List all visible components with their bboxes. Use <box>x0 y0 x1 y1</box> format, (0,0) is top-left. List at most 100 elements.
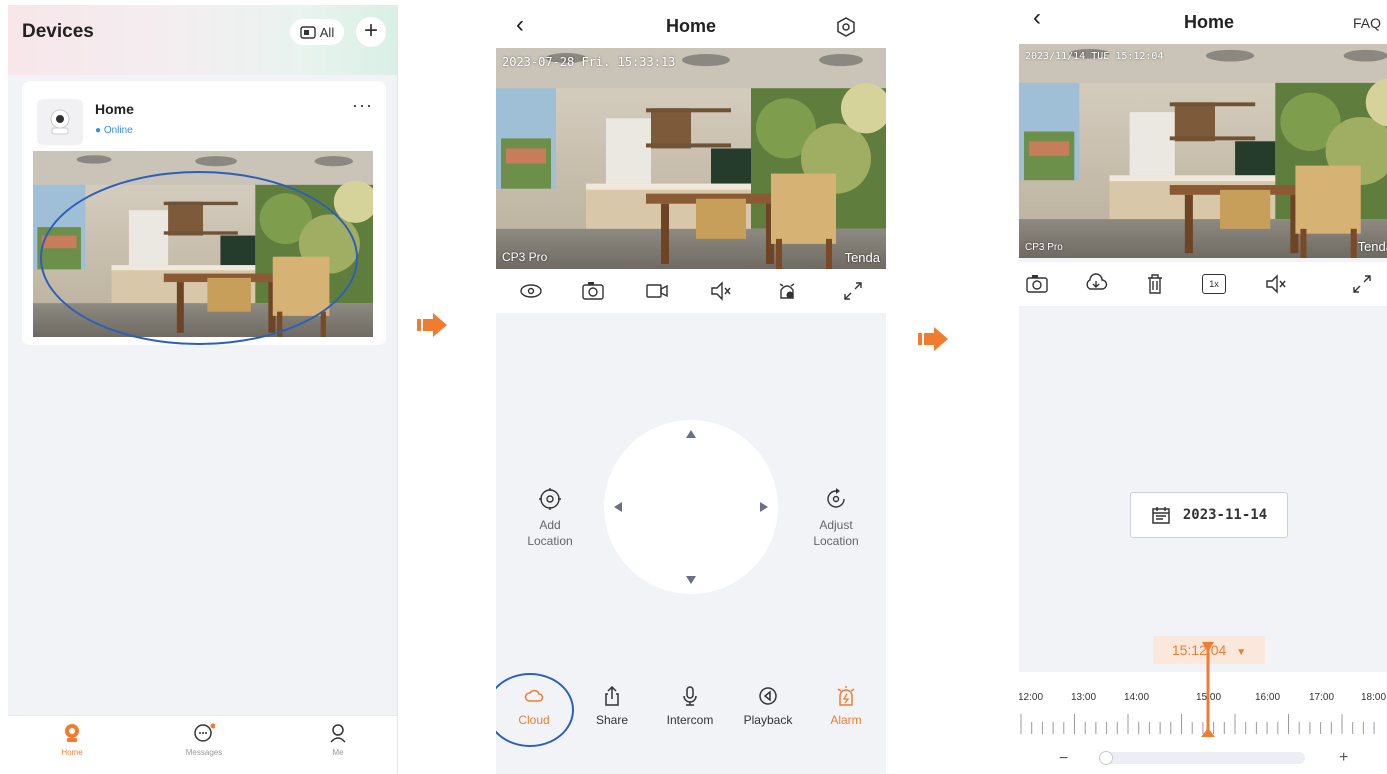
zoom-out-button[interactable]: − <box>1059 750 1068 768</box>
messages-icon <box>194 723 215 742</box>
share-label: Share <box>595 713 629 727</box>
osd-brand: Tenda <box>844 250 880 265</box>
ptz-right-arrow-icon[interactable] <box>760 502 768 512</box>
more-options-icon[interactable]: ··· <box>352 95 373 116</box>
flow-arrow-icon <box>918 327 948 351</box>
tab-home-label: Home <box>61 748 83 757</box>
page-title: Home <box>665 16 716 36</box>
flow-arrow-icon <box>417 313 447 337</box>
playback-control-bar: 1x <box>1019 262 1387 306</box>
playback-header: ‹ Home FAQ <box>1019 0 1387 44</box>
alarm-button[interactable]: Alarm <box>808 685 884 727</box>
adjust-location-line1: Adjust <box>819 518 853 532</box>
ptz-left-arrow-icon[interactable] <box>614 502 622 512</box>
osd-brand: Tenda <box>1357 239 1387 254</box>
playback-screen: ‹ Home FAQ 2023/11/14 TUE 15:12:04 CP3 P… <box>1019 0 1387 774</box>
timeline-label: 17:00 <box>1309 692 1335 703</box>
playback-video[interactable]: 2023/11/14 TUE 15:12:04 CP3 Pro Tenda <box>1019 44 1387 258</box>
tab-home[interactable]: Home <box>32 722 112 757</box>
settings-icon[interactable] <box>836 17 856 37</box>
speed-1x-button[interactable]: 1x <box>1202 274 1226 294</box>
ptz-down-arrow-icon[interactable] <box>686 576 696 584</box>
date-picker-button[interactable]: 2023-11-14 <box>1130 492 1288 538</box>
caret-down-icon: ▼ <box>1236 647 1247 658</box>
osd-model: CP3 Pro <box>502 250 548 264</box>
devices-header: Devices All + <box>8 5 397 75</box>
mute-icon[interactable] <box>708 278 734 304</box>
fullscreen-icon[interactable] <box>840 278 866 304</box>
add-device-button[interactable]: + <box>356 17 386 47</box>
playback-timeline[interactable]: 12:00 13:00 14:00 15:00 16:00 17:00 18:0… <box>1019 642 1387 774</box>
speed-label: 1x <box>1209 279 1219 289</box>
add-location-icon <box>539 488 561 510</box>
highlight-oval <box>40 171 358 345</box>
alarm-label: Alarm <box>830 713 862 727</box>
home-camera-icon <box>65 724 79 742</box>
function-bar: Cloud Share Intercom Playback Alarm <box>496 665 886 747</box>
highlight-oval <box>496 673 574 747</box>
add-location-button[interactable]: Add Location <box>510 487 590 549</box>
share-icon <box>605 685 619 706</box>
adjust-location-icon <box>827 488 845 508</box>
bottom-tab-bar: Home Messages Me <box>8 715 397 774</box>
snapshot-icon[interactable] <box>580 278 606 304</box>
adjust-location-button[interactable]: Adjust Location <box>796 487 876 549</box>
timeline-label: 16:00 <box>1255 692 1281 703</box>
zoom-in-button[interactable]: + <box>1339 749 1348 767</box>
me-icon <box>330 724 346 743</box>
page-title: Devices <box>22 21 94 42</box>
selected-date: 2023-11-14 <box>1182 507 1268 523</box>
osd-timestamp: 2023/11/14 TUE 15:12:04 <box>1025 51 1164 62</box>
delete-icon[interactable] <box>1142 271 1168 297</box>
plus-icon: + <box>363 17 378 44</box>
devices-screen: Devices All + Home ● Online ··· Home Mes… <box>8 5 398 774</box>
zoom-slider-knob[interactable] <box>1099 751 1113 765</box>
intercom-button[interactable]: Intercom <box>652 685 728 727</box>
faq-link[interactable]: FAQ <box>1353 15 1381 31</box>
tab-messages-label: Messages <box>185 748 223 757</box>
device-filter-icon <box>300 25 316 39</box>
share-button[interactable]: Share <box>574 685 650 727</box>
tab-messages[interactable]: Messages <box>164 722 244 757</box>
page-title: Home <box>1183 12 1234 32</box>
intercom-label: Intercom <box>666 713 714 727</box>
playback-label: Playback <box>743 713 793 727</box>
record-icon[interactable] <box>644 278 670 304</box>
calendar-icon <box>1152 507 1170 524</box>
tab-me-label: Me <box>332 748 344 757</box>
osd-model: CP3 Pro <box>1025 242 1063 253</box>
eye-icon[interactable] <box>518 278 544 304</box>
alarm-touch-icon[interactable] <box>774 278 800 304</box>
timeline-label: 18:00 <box>1361 692 1387 703</box>
playhead-marker[interactable] <box>1201 642 1215 737</box>
current-time: 15:12:04 <box>1171 642 1227 658</box>
zoom-slider[interactable] <box>1099 752 1305 764</box>
download-icon[interactable] <box>1083 271 1109 297</box>
all-filter-label: All <box>319 24 335 40</box>
live-header: ‹ Home <box>496 5 886 48</box>
tab-me[interactable]: Me <box>298 722 378 757</box>
add-location-line1: Add <box>539 518 561 532</box>
live-video-feed[interactable]: 2023-07-28 Fri. 15:33:13 CP3 Pro Tenda <box>496 48 886 269</box>
timeline-label: 12:00 <box>1019 692 1044 703</box>
playback-button[interactable]: Playback <box>730 685 806 727</box>
device-name: Home <box>95 101 134 117</box>
osd-timestamp: 2023-07-28 Fri. 15:33:13 <box>502 55 676 69</box>
all-filter-button[interactable]: All <box>290 19 344 45</box>
playback-icon <box>759 687 777 705</box>
timeline-label: 13:00 <box>1071 692 1097 703</box>
device-status-text: Online <box>103 125 133 136</box>
live-control-bar <box>496 269 886 313</box>
timeline-label: 14:00 <box>1124 692 1150 703</box>
ptz-up-arrow-icon[interactable] <box>686 430 696 438</box>
microphone-icon <box>683 686 697 706</box>
ptz-direction-pad[interactable] <box>604 420 778 594</box>
device-status: ● Online <box>95 125 133 136</box>
fullscreen-icon[interactable] <box>1349 271 1375 297</box>
alarm-icon <box>837 686 855 706</box>
add-location-line2: Location <box>527 534 573 548</box>
mute-icon[interactable] <box>1263 271 1289 297</box>
adjust-location-line2: Location <box>813 534 859 548</box>
live-view-screen: ‹ Home 2023-07-28 Fri. 15:33:13 CP3 Pro … <box>496 5 886 774</box>
snapshot-icon[interactable] <box>1024 271 1050 297</box>
